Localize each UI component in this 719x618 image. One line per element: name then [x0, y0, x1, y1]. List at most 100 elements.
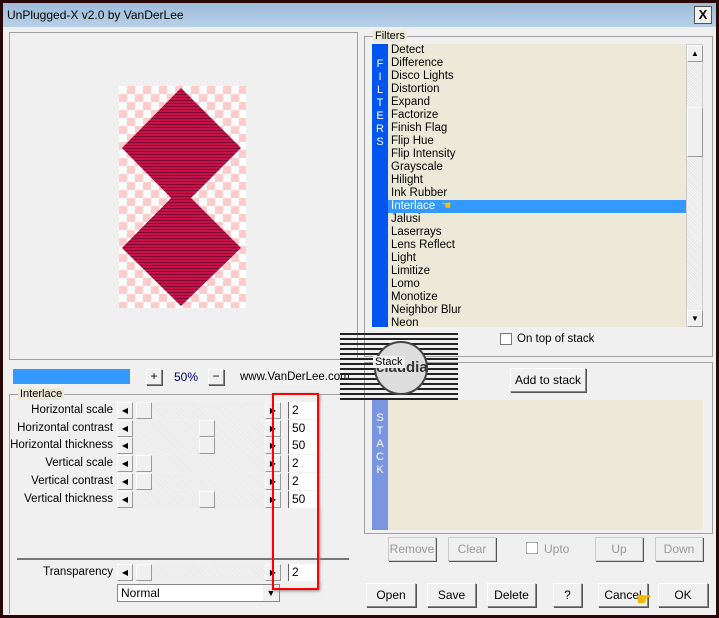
stack-list[interactable]	[388, 400, 703, 530]
setting-slider[interactable]: ◀ ▶	[117, 472, 281, 490]
preview-shapes	[122, 88, 241, 306]
left-arrow-icon[interactable]: ◀	[117, 402, 133, 419]
upto-label: Upto	[544, 542, 570, 556]
strip-letter: T	[376, 425, 384, 437]
strip-letter: K	[376, 464, 384, 476]
ok-button[interactable]: OK	[658, 583, 708, 607]
watermark-logo: claudia	[340, 333, 458, 403]
filter-item[interactable]: Difference	[388, 57, 686, 70]
window-title: UnPlugged-X v2.0 by VanDerLee	[7, 8, 184, 22]
setting-label: Horizontal contrast	[17, 421, 113, 434]
filter-item[interactable]: Distortion	[388, 83, 686, 96]
filter-item[interactable]: Detect	[388, 44, 686, 57]
strip-letter: A	[376, 438, 384, 450]
clear-button[interactable]: Clear	[448, 537, 496, 561]
slider-thumb[interactable]	[199, 437, 215, 455]
scroll-up-icon[interactable]: ▲	[687, 45, 703, 62]
preview-image[interactable]	[119, 86, 246, 308]
setting-slider[interactable]: ◀ ▶	[117, 455, 281, 473]
zoom-in-button[interactable]: +	[146, 369, 162, 385]
filter-item[interactable]: Finish Flag	[388, 122, 686, 135]
zoom-level: 50%	[173, 370, 199, 384]
filter-item[interactable]: Expand	[388, 96, 686, 109]
slider-thumb[interactable]	[135, 402, 152, 419]
filter-item[interactable]: Disco Lights	[388, 70, 686, 83]
left-arrow-icon[interactable]: ◀	[117, 437, 133, 455]
filter-item[interactable]: Neon	[388, 317, 686, 327]
setting-label: Horizontal thickness	[10, 439, 113, 452]
filter-item[interactable]: Hilight	[388, 174, 686, 187]
zoom-out-button[interactable]: −	[208, 369, 224, 385]
strip-letter: S	[376, 136, 384, 148]
plugin-window: UnPlugged-X v2.0 by VanDerLee X + 50% − …	[3, 3, 716, 615]
stack-group-label: Stack	[373, 356, 405, 368]
filter-item[interactable]: Grayscale	[388, 161, 686, 174]
filter-item[interactable]: Flip Hue	[388, 135, 686, 148]
filters-strip: FILTERS	[372, 44, 388, 327]
filter-item[interactable]: Light	[388, 252, 686, 265]
title-bar: UnPlugged-X v2.0 by VanDerLee X	[3, 3, 716, 27]
pointing-hand-icon: ☛	[636, 589, 653, 609]
strip-letter: L	[376, 84, 384, 96]
on-top-label: On top of stack	[517, 333, 595, 345]
slider-thumb[interactable]	[199, 419, 215, 437]
scroll-thumb[interactable]	[687, 107, 703, 157]
filter-item[interactable]: Factorize	[388, 109, 686, 122]
strip-letter: I	[378, 71, 382, 83]
setting-label: Vertical contrast	[31, 474, 113, 487]
upto-checkbox[interactable]	[526, 542, 538, 554]
filter-item[interactable]: Flip Intensity	[388, 148, 686, 161]
filter-item[interactable]: Neighbor Blur	[388, 304, 686, 317]
slider-thumb[interactable]	[135, 564, 152, 581]
filter-item[interactable]: Laserrays	[388, 226, 686, 239]
setting-slider[interactable]: ◀ ▶	[117, 490, 281, 508]
setting-label: Vertical thickness	[24, 492, 113, 505]
slider-thumb[interactable]	[135, 472, 152, 490]
website-link[interactable]: www.VanDerLee.com	[240, 371, 350, 383]
add-to-stack-button[interactable]: Add to stack	[510, 368, 586, 392]
filter-item[interactable]: Lomo	[388, 278, 686, 291]
remove-button[interactable]: Remove	[388, 537, 436, 561]
up-button[interactable]: Up	[595, 537, 643, 561]
filter-item[interactable]: Interlace ☚	[388, 200, 686, 213]
strip-letter: F	[376, 58, 384, 70]
delete-button[interactable]: Delete	[487, 583, 536, 607]
watermark-text: claudia	[374, 341, 428, 395]
filter-item[interactable]: Limitize	[388, 265, 686, 278]
scroll-down-icon[interactable]: ▼	[687, 310, 703, 327]
strip-letter: S	[376, 412, 384, 424]
progress-bar	[13, 369, 130, 384]
setting-slider[interactable]: ◀ ▶	[117, 437, 281, 455]
setting-slider[interactable]: ◀ ▶	[117, 419, 281, 437]
slider-thumb[interactable]	[135, 455, 152, 473]
left-arrow-icon[interactable]: ◀	[117, 472, 133, 490]
filter-list[interactable]: Detect Difference Disco Lights Distortion Ex…	[388, 44, 686, 327]
transparency-slider[interactable]: ◀ ▶	[117, 564, 281, 581]
transparency-label: Transparency	[43, 566, 113, 578]
save-button[interactable]: Save	[427, 583, 476, 607]
open-button[interactable]: Open	[366, 583, 416, 607]
filter-scrollbar[interactable]: ▲ ▼	[686, 44, 703, 327]
filter-item[interactable]: Ink Rubber	[388, 187, 686, 200]
filter-item[interactable]: Lens Reflect	[388, 239, 686, 252]
down-button[interactable]: Down	[655, 537, 703, 561]
filter-item[interactable]: Jalusi	[388, 213, 686, 226]
left-arrow-icon[interactable]: ◀	[117, 564, 133, 581]
left-arrow-icon[interactable]: ◀	[117, 490, 133, 508]
on-top-checkbox[interactable]	[500, 333, 512, 345]
pointing-hand-icon: ☚	[441, 200, 452, 212]
settings-group-label: Interlace	[18, 388, 65, 400]
filter-item[interactable]: Monotize	[388, 291, 686, 304]
strip-letter: E	[376, 110, 384, 122]
close-button[interactable]: X	[694, 6, 712, 24]
setting-slider[interactable]: ◀ ▶	[117, 402, 281, 419]
left-arrow-icon[interactable]: ◀	[117, 455, 133, 473]
diamond-bottom	[122, 188, 241, 306]
filter-item-label: Interlace	[391, 200, 436, 212]
setting-label: Vertical scale	[45, 457, 113, 470]
left-arrow-icon[interactable]: ◀	[117, 419, 133, 437]
setting-label: Horizontal scale	[31, 404, 113, 416]
help-button[interactable]: ?	[553, 583, 582, 607]
blend-mode-select[interactable]: Normal ▼	[117, 584, 280, 602]
slider-thumb[interactable]	[199, 490, 215, 508]
